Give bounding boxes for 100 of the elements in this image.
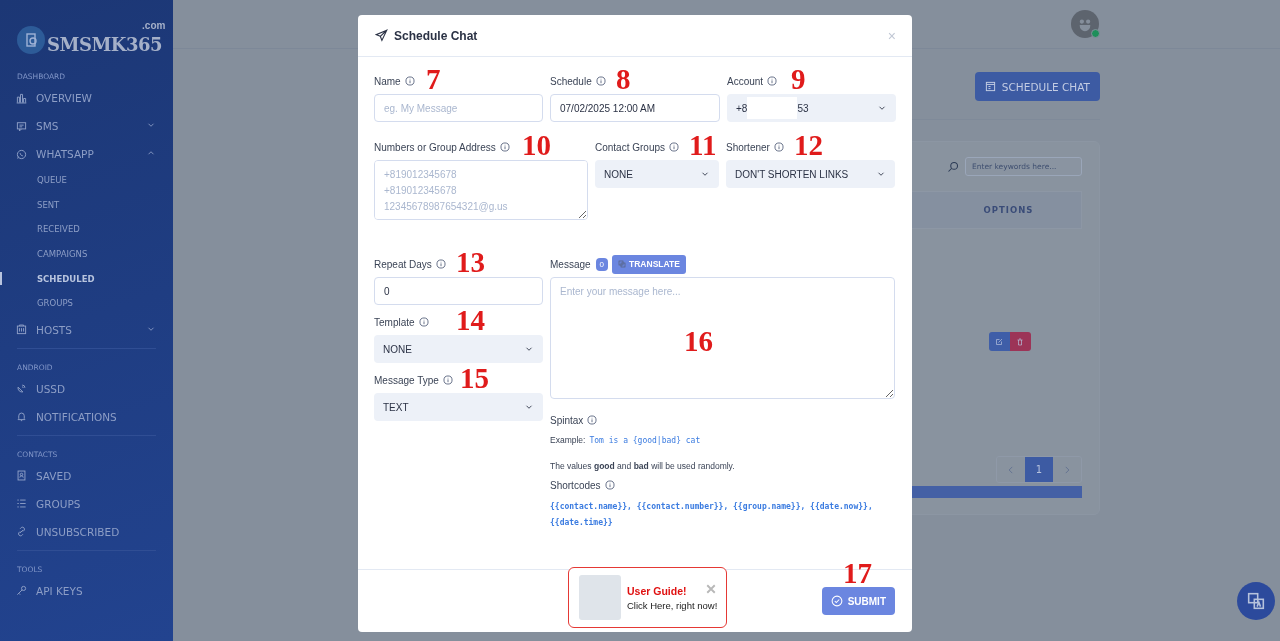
logo-text: SMSMK365 bbox=[47, 36, 163, 54]
info-icon bbox=[404, 76, 415, 86]
nav-subitem[interactable]: RECEIVED bbox=[0, 217, 173, 242]
info-icon bbox=[418, 317, 429, 327]
submit-button[interactable]: SUBMIT bbox=[821, 587, 895, 615]
server-icon bbox=[16, 324, 27, 336]
contact-card-icon bbox=[16, 470, 27, 482]
info-icon bbox=[767, 76, 778, 86]
nav-item[interactable]: OVERVIEW bbox=[0, 84, 173, 112]
callout-number: 16 bbox=[684, 325, 713, 358]
column-header: OPTIONS bbox=[982, 204, 1035, 217]
nav-item[interactable]: SMS bbox=[0, 112, 173, 140]
edit-icon bbox=[995, 337, 1003, 346]
user-guide-popup[interactable]: User Guide! Click Here, right now! bbox=[568, 567, 727, 628]
code-sample: Tom is a {good|bad} cat bbox=[589, 436, 701, 445]
paper-plane-icon bbox=[375, 29, 388, 42]
close-icon bbox=[705, 583, 717, 595]
callout-number: 11 bbox=[689, 130, 717, 160]
select-field[interactable]: NONE bbox=[374, 335, 543, 363]
nav-item[interactable]: NOTIFICATIONS bbox=[0, 402, 173, 431]
field-label: Message Type bbox=[374, 374, 439, 386]
key-icon bbox=[16, 585, 27, 597]
callout-number: 13 bbox=[456, 247, 485, 277]
select-field[interactable]: TEXT bbox=[374, 393, 543, 421]
delete-button[interactable] bbox=[1009, 332, 1031, 351]
callout-number: 12 bbox=[794, 130, 823, 160]
field-label: Shortener bbox=[726, 141, 770, 153]
nav-subitem[interactable]: GROUPS bbox=[0, 290, 173, 316]
bar-chart-icon bbox=[16, 92, 27, 104]
character-count: 0 bbox=[595, 257, 609, 271]
info-icon bbox=[499, 142, 510, 152]
guide-title: User Guide! bbox=[627, 584, 687, 597]
example-label: Example: bbox=[550, 435, 586, 445]
field-label: Spintax bbox=[550, 414, 584, 426]
whatsapp-icon bbox=[16, 148, 27, 160]
field-label: Repeat Days bbox=[374, 258, 432, 270]
nav-item[interactable]: GROUPS bbox=[0, 489, 173, 518]
field-label: Numbers or Group Address bbox=[374, 141, 496, 153]
info-icon bbox=[587, 415, 598, 425]
search-icon bbox=[947, 160, 959, 173]
schedule-chat-button[interactable]: SCHEDULE CHAT bbox=[974, 72, 1100, 101]
dialog-title: Schedule Chat bbox=[394, 28, 479, 43]
input-box[interactable]: eg. My Message bbox=[374, 94, 543, 122]
photo-placeholder bbox=[579, 575, 621, 620]
page-button[interactable]: 1 bbox=[1025, 457, 1053, 482]
nav-item[interactable]: SAVED bbox=[0, 461, 173, 490]
input-box[interactable]: 07/02/2025 12:00 AM bbox=[550, 94, 720, 122]
select-field[interactable]: DON'T SHORTEN LINKS bbox=[726, 160, 895, 188]
satellite-icon bbox=[16, 383, 27, 395]
translate-icon bbox=[1247, 592, 1265, 610]
select-field[interactable]: NONE bbox=[595, 160, 719, 188]
text-area[interactable]: +819012345678 +819012345678 12345678987654321@g.us bbox=[374, 160, 588, 220]
field-label: Template bbox=[374, 316, 415, 328]
nav-item[interactable]: API KEYS bbox=[0, 576, 173, 605]
message-icon bbox=[16, 120, 27, 132]
field-label: Shortcodes bbox=[550, 479, 601, 491]
field-label: Schedule bbox=[550, 75, 592, 87]
field-label: Account bbox=[727, 75, 764, 87]
field-label: Name bbox=[374, 75, 401, 87]
calendar-icon bbox=[984, 81, 996, 92]
trash-icon bbox=[1016, 337, 1024, 346]
callout-number: 14 bbox=[456, 305, 485, 335]
phone-chat-icon bbox=[23, 32, 39, 48]
nav-item[interactable]: HOSTS bbox=[0, 315, 173, 344]
nav-subitem[interactable]: SENT bbox=[0, 192, 173, 218]
info-icon bbox=[442, 375, 453, 385]
info-icon bbox=[604, 480, 615, 490]
nav-item[interactable]: WHATSAPP bbox=[0, 140, 173, 168]
callout-number: 9 bbox=[791, 64, 806, 94]
select-field[interactable]: +8 53 bbox=[727, 94, 896, 122]
spintax-note: The values good and bad will be used randomly. bbox=[550, 461, 736, 473]
guide-text: Click Here, right now! bbox=[627, 599, 718, 611]
translate-fab[interactable] bbox=[1237, 582, 1275, 620]
nav-subitem[interactable]: SCHEDULED bbox=[0, 266, 173, 291]
info-icon bbox=[773, 142, 784, 152]
field-label: Contact Groups bbox=[595, 141, 666, 153]
info-icon bbox=[595, 76, 606, 86]
logo-suffix: .com bbox=[142, 20, 166, 31]
avatar-icon[interactable] bbox=[1071, 10, 1099, 38]
translate-button[interactable]: TRANSLATE bbox=[612, 254, 686, 274]
callout-number: 17 bbox=[843, 557, 872, 590]
list-icon bbox=[16, 498, 27, 510]
broken-link-icon bbox=[16, 526, 27, 538]
info-icon bbox=[435, 259, 446, 269]
copy-icon bbox=[618, 260, 627, 268]
check-circle-icon bbox=[830, 595, 843, 607]
callout-number: 8 bbox=[616, 64, 631, 94]
field-label: Message bbox=[550, 258, 591, 270]
nav-item[interactable]: UNSUBSCRIBED bbox=[0, 517, 173, 546]
info-icon bbox=[669, 142, 680, 152]
callout-number: 10 bbox=[522, 130, 551, 160]
nav-item[interactable]: USSD bbox=[0, 374, 173, 403]
callout-number: 7 bbox=[426, 64, 441, 94]
callout-number: 15 bbox=[460, 363, 489, 393]
bell-icon bbox=[16, 411, 27, 423]
nav-subitem[interactable]: CAMPAIGNS bbox=[0, 241, 173, 267]
input-box[interactable]: 0 bbox=[374, 277, 543, 305]
shortcode-list: {{contact.name}}, {{contact.number}}, {{group.name}}, {{date.now}}, {{date.time}} bbox=[550, 499, 895, 530]
edit-button[interactable] bbox=[988, 332, 1010, 351]
nav-subitem[interactable]: QUEUE bbox=[0, 168, 173, 193]
